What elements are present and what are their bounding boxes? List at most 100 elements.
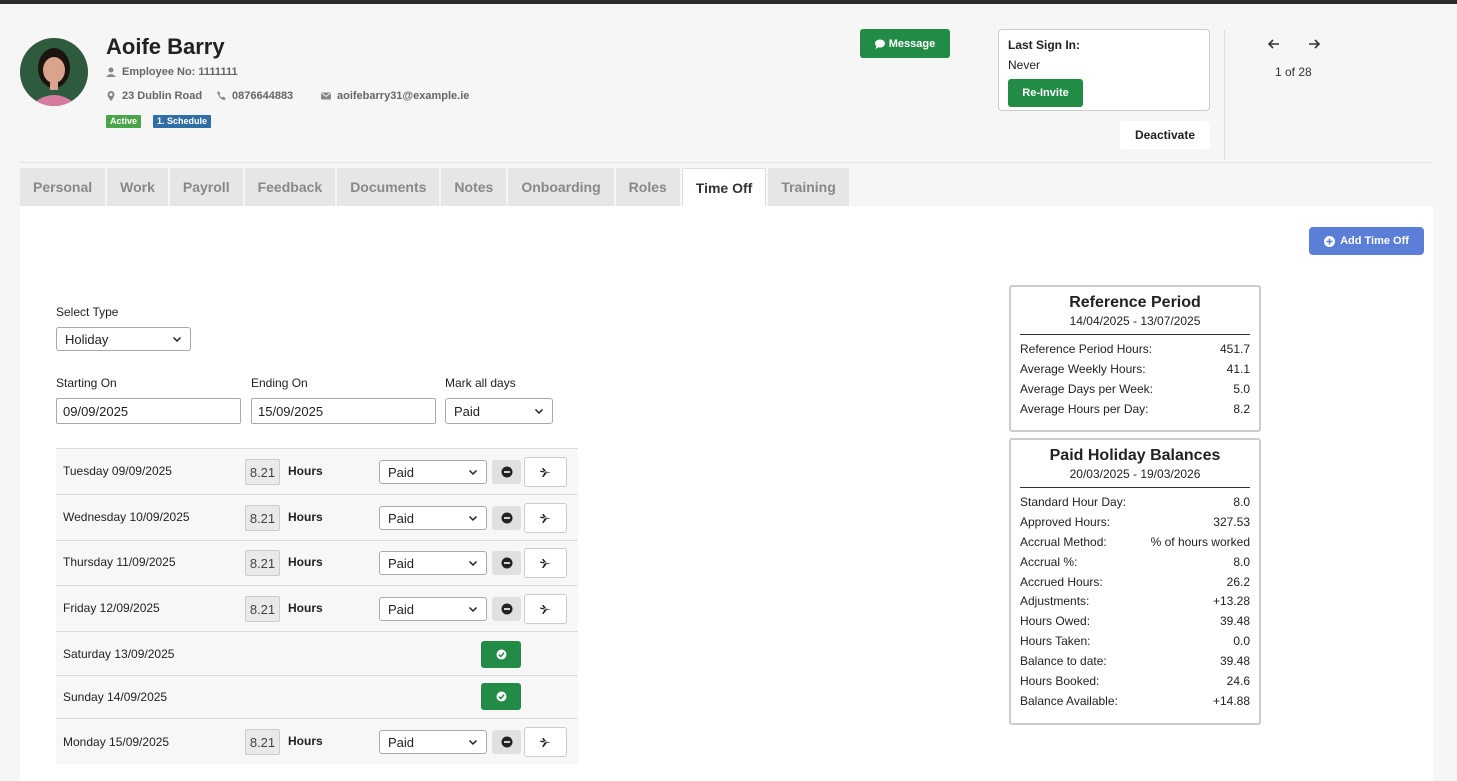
employee-address: 23 Dublin Road — [106, 90, 202, 102]
weekend-check-button[interactable] — [481, 641, 521, 668]
remove-day-button[interactable] — [492, 551, 521, 575]
phone-text: 0876644883 — [232, 90, 294, 102]
mark-all-days-label: Mark all days — [445, 376, 516, 390]
deactivate-button[interactable]: Deactivate — [1120, 121, 1210, 149]
stat-label: Approved Hours: — [1020, 514, 1111, 529]
stat-value: 5.0 — [1233, 381, 1250, 396]
envelope-icon — [321, 92, 331, 100]
day-row-weekend: Saturday 13/09/2025 — [56, 631, 578, 675]
chevron-down-icon — [468, 469, 478, 476]
hours-label: Hours — [288, 734, 323, 748]
remove-day-button[interactable] — [492, 730, 521, 754]
hours-input[interactable]: 8.21 — [245, 459, 280, 485]
weekend-check-button[interactable] — [481, 683, 521, 710]
hours-label: Hours — [288, 464, 323, 478]
remove-day-button[interactable] — [492, 460, 521, 484]
select-type-dropdown[interactable]: Holiday — [56, 327, 191, 351]
chevron-down-icon — [468, 560, 478, 567]
holiday-balances-card: Paid Holiday Balances 20/03/2025 - 19/03… — [1009, 438, 1261, 725]
stat-value: 24.6 — [1226, 673, 1250, 688]
plane-button[interactable] — [524, 727, 567, 757]
message-label: Message — [888, 37, 936, 50]
holiday-balances-title: Paid Holiday Balances — [1049, 447, 1221, 464]
tab-notes[interactable]: Notes — [441, 168, 507, 206]
stat-label: Standard Hour Day: — [1020, 494, 1127, 509]
day-label: Sunday 14/09/2025 — [63, 690, 168, 704]
plane-button[interactable] — [524, 548, 567, 578]
day-label: Saturday 13/09/2025 — [63, 647, 175, 661]
tab-bar: Personal Work Payroll Feedback Documents… — [20, 168, 849, 206]
stat-label: Accrual Method: — [1020, 534, 1107, 549]
day-row: Friday 12/09/2025 8.21 Hours Paid — [56, 585, 578, 631]
tab-work[interactable]: Work — [107, 168, 168, 206]
tab-roles[interactable]: Roles — [615, 168, 680, 206]
hours-input[interactable]: 8.21 — [245, 550, 280, 576]
plane-button[interactable] — [524, 503, 567, 533]
stat-row: Balance Available: +14.88 — [1020, 691, 1250, 711]
starting-on-input[interactable]: 09/09/2025 — [56, 398, 241, 424]
plane-button[interactable] — [524, 457, 567, 487]
day-row: Tuesday 09/09/2025 8.21 Hours Paid — [56, 448, 578, 494]
stat-value: +14.88 — [1212, 693, 1250, 708]
schedule-badge: 1. Schedule — [153, 115, 212, 128]
plane-button[interactable] — [524, 594, 567, 624]
tab-personal[interactable]: Personal — [20, 168, 106, 206]
hours-label: Hours — [288, 601, 323, 615]
chevron-down-icon — [468, 606, 478, 613]
day-row: Monday 15/09/2025 8.21 Hours Paid — [56, 718, 578, 764]
minus-circle-icon — [501, 512, 512, 524]
day-status-dropdown[interactable]: Paid — [379, 730, 487, 754]
hours-input[interactable]: 8.21 — [245, 729, 280, 755]
day-row: Wednesday 10/09/2025 8.21 Hours Paid — [56, 494, 578, 540]
employee-email[interactable]: aoifebarry31@example.ie — [321, 90, 469, 102]
stat-label: Average Days per Week: — [1020, 381, 1153, 396]
stat-value: 451.7 — [1219, 341, 1250, 356]
header-separator — [20, 162, 1433, 163]
stat-row: Balance to date: 39.48 — [1020, 651, 1250, 671]
starting-on-label: Starting On — [56, 376, 117, 390]
day-label: Tuesday 09/09/2025 — [63, 464, 172, 478]
reference-period-title: Reference Period — [1069, 294, 1201, 311]
stat-value: 8.0 — [1233, 494, 1250, 509]
stat-label: Average Weekly Hours: — [1020, 361, 1146, 376]
stat-row: Hours Owed: 39.48 — [1020, 611, 1250, 631]
employee-name: Aoife Barry — [106, 34, 225, 59]
day-status-dropdown[interactable]: Paid — [379, 460, 487, 484]
ending-on-input[interactable]: 15/09/2025 — [251, 398, 436, 424]
day-status-dropdown[interactable]: Paid — [379, 597, 487, 621]
stat-value: 8.2 — [1233, 401, 1250, 416]
remove-day-button[interactable] — [492, 597, 521, 621]
stat-row: Hours Taken: 0.0 — [1020, 631, 1250, 651]
day-status-dropdown[interactable]: Paid — [379, 551, 487, 575]
employee-phone[interactable]: 0876644883 — [216, 90, 293, 102]
hours-input[interactable]: 8.21 — [245, 505, 280, 531]
hours-label: Hours — [288, 555, 323, 569]
tab-feedback[interactable]: Feedback — [244, 168, 336, 206]
add-time-off-button[interactable]: Add Time Off — [1309, 227, 1424, 255]
header-divider — [1224, 30, 1225, 160]
tab-time-off[interactable]: Time Off — [681, 168, 767, 206]
message-button[interactable]: Message — [860, 29, 950, 58]
status-badge: Active — [106, 115, 142, 128]
plane-icon — [540, 513, 551, 523]
tab-onboarding[interactable]: Onboarding — [508, 168, 614, 206]
hours-input[interactable]: 8.21 — [245, 596, 280, 622]
stat-row: Accrued Hours: 26.2 — [1020, 572, 1250, 592]
last-sign-in-value: Never — [1008, 58, 1041, 72]
plane-icon — [540, 558, 551, 568]
stat-label: Accrual %: — [1020, 554, 1078, 569]
day-status-dropdown[interactable]: Paid — [379, 506, 487, 530]
chevron-down-icon — [468, 739, 478, 746]
employee-number-text: Employee No: 1111111 — [122, 66, 238, 78]
mark-all-days-dropdown[interactable]: Paid — [445, 398, 553, 424]
tab-training[interactable]: Training — [768, 168, 849, 206]
arrow-right-icon[interactable] — [1306, 36, 1322, 52]
stat-value: 39.48 — [1219, 614, 1250, 629]
tab-documents[interactable]: Documents — [337, 168, 440, 206]
stat-row: Accrual %: 8.0 — [1020, 552, 1250, 572]
reinvite-button[interactable]: Re-Invite — [1008, 79, 1083, 107]
arrow-left-icon[interactable] — [1266, 36, 1282, 52]
tab-payroll[interactable]: Payroll — [169, 168, 243, 206]
check-circle-icon — [496, 691, 506, 702]
remove-day-button[interactable] — [492, 506, 521, 530]
